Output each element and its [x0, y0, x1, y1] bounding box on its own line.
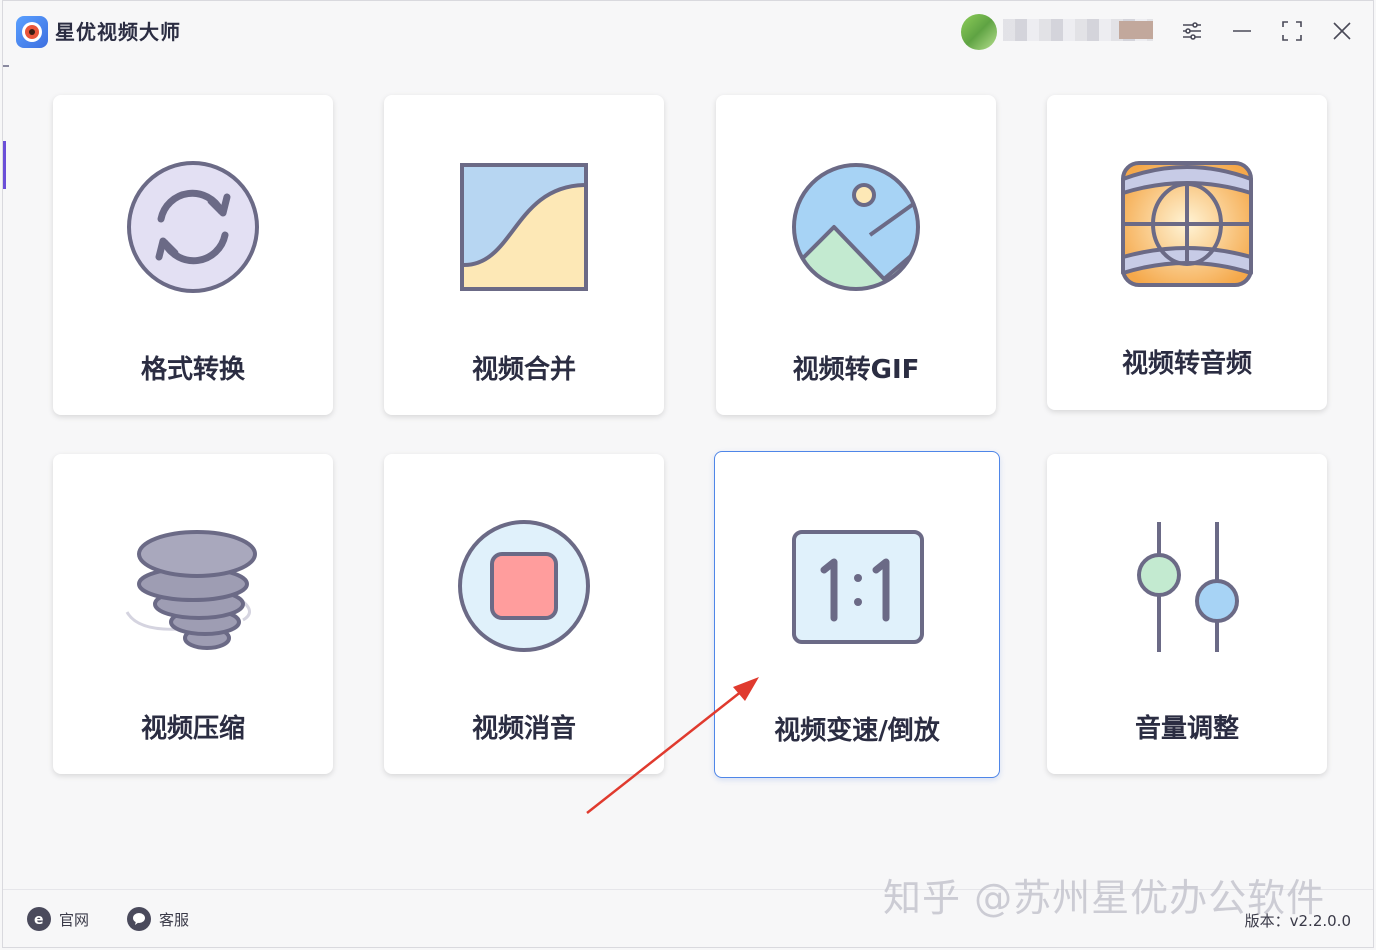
app-logo-icon [16, 16, 48, 48]
globe-audio-icon [1121, 161, 1253, 287]
settings-button[interactable] [1174, 13, 1210, 49]
convert-icon [127, 161, 259, 293]
close-icon [1333, 22, 1351, 40]
app-title: 星优视频大师 [55, 20, 181, 44]
card-video-to-gif[interactable]: 视频转GIF [716, 95, 996, 415]
support-label: 客服 [159, 910, 190, 929]
website-link[interactable]: e 官网 [27, 907, 89, 931]
card-label: 视频转GIF [792, 355, 920, 385]
card-label: 视频压缩 [140, 714, 245, 744]
card-label: 音量调整 [1134, 714, 1239, 744]
merge-icon [460, 163, 588, 291]
svg-text:e: e [34, 912, 44, 928]
stop-icon [458, 520, 590, 652]
support-link[interactable]: 客服 [127, 907, 189, 931]
tornado-icon [125, 530, 257, 650]
card-label: 视频变速/倒放 [774, 716, 940, 746]
edge-marker [3, 65, 9, 67]
card-volume-adjust[interactable]: 音量调整 [1047, 454, 1327, 774]
edge-accent [3, 141, 6, 189]
card-video-speed-reverse[interactable]: 视频变速/倒放 [714, 451, 1000, 778]
card-video-mute[interactable]: 视频消音 [384, 454, 664, 774]
user-name-blurred[interactable] [1003, 19, 1153, 41]
browser-e-icon: e [27, 907, 51, 931]
user-avatar[interactable] [961, 14, 997, 50]
card-label: 格式转换 [140, 355, 245, 385]
card-label: 视频转音频 [1121, 349, 1252, 379]
card-format-convert[interactable]: 格式转换 [53, 95, 333, 415]
close-button[interactable] [1324, 13, 1360, 49]
website-label: 官网 [59, 910, 90, 929]
maximize-button[interactable] [1274, 13, 1310, 49]
card-label: 视频合并 [471, 355, 576, 385]
version-label: 版本：v2.2.0.0 [1244, 912, 1351, 930]
card-label: 视频消音 [471, 714, 576, 744]
maximize-icon [1282, 21, 1302, 41]
minimize-button[interactable] [1224, 13, 1260, 49]
minimize-icon [1233, 30, 1251, 32]
card-video-merge[interactable]: 视频合并 [384, 95, 664, 415]
image-icon [792, 163, 920, 291]
volume-sliders-icon [1137, 522, 1239, 652]
app-window: 星优视频大师 格式转换 视频合并 视频转GIF 视频转音频 视频压缩 视频消音 … [2, 0, 1374, 948]
sliders-icon [1183, 22, 1201, 40]
card-video-compress[interactable]: 视频压缩 [53, 454, 333, 774]
ratio-icon [792, 530, 924, 644]
title-bar: 星优视频大师 [3, 1, 1373, 63]
chat-bubble-icon [127, 907, 151, 931]
card-video-to-audio[interactable]: 视频转音频 [1047, 95, 1327, 410]
